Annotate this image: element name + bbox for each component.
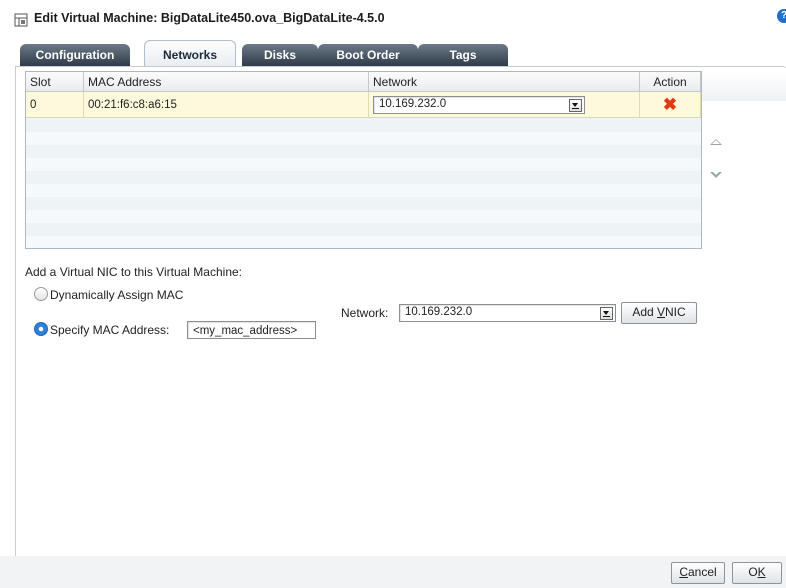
- add-vnic-button-mnemonic: V: [657, 305, 666, 319]
- add-vnic-section-label: Add a Virtual NIC to this Virtual Machin…: [25, 265, 242, 279]
- dialog-title: Edit Virtual Machine: BigDataLite450.ova…: [34, 11, 385, 25]
- dynamic-mac-option[interactable]: Dynamically Assign MAC: [34, 287, 183, 302]
- dialog-header: Edit Virtual Machine: BigDataLite450.ova…: [0, 0, 786, 36]
- column-header-mac-address[interactable]: MAC Address: [83, 72, 369, 92]
- network-label: Network:: [341, 306, 389, 320]
- network-cell: 10.169.232.0: [368, 91, 640, 118]
- cancel-button-suffix: ancel: [687, 565, 717, 579]
- ok-button-prefix: O: [748, 565, 758, 579]
- network-select[interactable]: 10.169.232.0: [399, 304, 616, 322]
- dynamic-mac-radio[interactable]: [34, 287, 48, 301]
- network-select-value: 10.169.232.0: [405, 306, 473, 318]
- table-header-row: Slot MAC Address Network Action: [26, 72, 701, 92]
- table-row[interactable]: 0 00:21:f6:c8:a6:15 10.169.232.0 ✖: [26, 91, 701, 118]
- tab-networks[interactable]: Networks: [144, 40, 236, 67]
- action-cell: ✖: [639, 91, 701, 118]
- nic-table: Slot MAC Address Network Action 0 00:21:…: [25, 71, 702, 249]
- tab-boot-order[interactable]: Boot Order: [318, 44, 418, 66]
- add-vnic-button-prefix: Add: [632, 305, 657, 319]
- specify-mac-option[interactable]: Specify MAC Address:: [34, 322, 169, 337]
- tab-bar: Configuration Networks Disks Boot Order …: [20, 40, 540, 67]
- mac-address-input[interactable]: <my_mac_address>: [187, 321, 316, 339]
- ok-button[interactable]: OK: [732, 562, 782, 584]
- column-header-slot[interactable]: Slot: [26, 72, 84, 92]
- help-icon[interactable]: ?: [777, 9, 786, 23]
- dialog-footer: Cancel OK: [0, 556, 786, 588]
- row-network-select[interactable]: 10.169.232.0: [373, 95, 585, 114]
- column-header-network[interactable]: Network: [368, 72, 640, 92]
- networks-panel: Slot MAC Address Network Action 0 00:21:…: [15, 66, 786, 558]
- delete-icon[interactable]: ✖: [663, 95, 677, 115]
- column-header-action[interactable]: Action: [639, 72, 701, 92]
- table-side-bar: [701, 71, 786, 101]
- specify-mac-radio[interactable]: [34, 322, 48, 336]
- move-up-icon[interactable]: [710, 139, 722, 145]
- mac-address-cell: 00:21:f6:c8:a6:15: [83, 91, 369, 118]
- virtual-machine-icon: [14, 13, 28, 27]
- dropdown-arrow-icon[interactable]: [600, 307, 613, 320]
- dropdown-arrow-icon[interactable]: [569, 98, 582, 112]
- cancel-button[interactable]: Cancel: [671, 562, 725, 584]
- slot-cell: 0: [26, 91, 84, 118]
- dynamic-mac-label: Dynamically Assign MAC: [50, 288, 184, 302]
- tab-tags[interactable]: Tags: [418, 44, 508, 66]
- add-vnic-button[interactable]: Add VNIC: [621, 302, 697, 324]
- cancel-button-mnemonic: C: [679, 565, 688, 579]
- tab-configuration[interactable]: Configuration: [20, 44, 130, 66]
- table-empty-area: [26, 119, 701, 248]
- move-down-icon[interactable]: [710, 171, 722, 178]
- specify-mac-label: Specify MAC Address:: [50, 323, 170, 337]
- row-network-value: 10.169.232.0: [379, 97, 447, 110]
- ok-button-mnemonic: K: [757, 565, 766, 579]
- tab-disks[interactable]: Disks: [242, 44, 318, 66]
- add-vnic-button-suffix: NIC: [665, 305, 686, 319]
